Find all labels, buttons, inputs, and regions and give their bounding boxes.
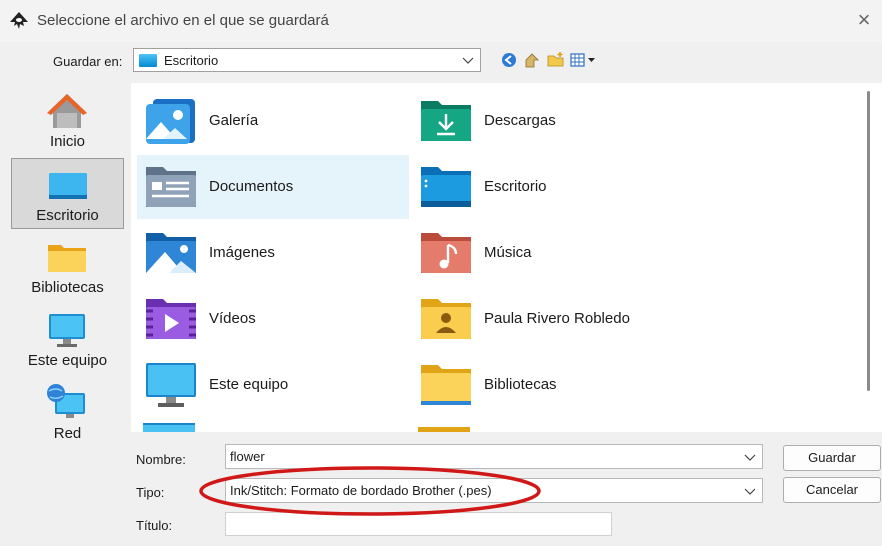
list-item[interactable]: Documentos	[137, 155, 409, 219]
file-name: Galería	[209, 112, 259, 129]
place-este-equipo[interactable]: Este equipo	[11, 304, 124, 375]
partial-folder-icon	[418, 427, 470, 432]
view-menu-icon[interactable]	[569, 50, 597, 70]
name-value: flower	[230, 449, 265, 464]
chevron-down-icon	[462, 57, 474, 64]
pictures-folder-icon	[146, 233, 196, 273]
documents-folder-icon	[146, 167, 196, 207]
title-label: Título:	[136, 518, 173, 533]
file-name: Imágenes	[209, 244, 275, 261]
file-name: Música	[484, 244, 532, 261]
place-label: Escritorio	[36, 207, 99, 224]
desktop-icon	[49, 173, 87, 199]
partial-computer-icon	[143, 423, 195, 432]
list-item[interactable]: Imágenes	[137, 221, 409, 285]
chevron-down-icon	[744, 488, 756, 495]
window-title: Seleccione el archivo en el que se guard…	[37, 12, 329, 29]
save-in-dropdown[interactable]: Escritorio	[133, 48, 481, 72]
scrollbar-thumb[interactable]	[867, 91, 870, 391]
name-label: Nombre:	[136, 452, 186, 467]
save-in-label: Guardar en:	[53, 54, 123, 69]
file-name: Paula Rivero Robledo	[484, 310, 630, 327]
list-item[interactable]: Paula Rivero Robledo	[412, 287, 684, 351]
place-inicio[interactable]: Inicio	[11, 85, 124, 156]
list-item[interactable]: Descargas	[412, 89, 684, 153]
user-folder-icon	[421, 299, 471, 339]
back-icon[interactable]	[499, 50, 519, 70]
file-name: Documentos	[209, 178, 294, 195]
file-name: Bibliotecas	[484, 376, 557, 393]
list-item[interactable]: Este equipo	[137, 353, 409, 417]
place-label: Este equipo	[27, 352, 108, 369]
home-icon	[47, 94, 87, 128]
save-button[interactable]: Guardar	[783, 445, 881, 471]
music-folder-icon	[421, 233, 471, 273]
annotation-ellipse	[199, 466, 541, 516]
vertical-scrollbar[interactable]	[863, 83, 882, 432]
list-item[interactable]: Galería	[137, 89, 409, 153]
places-sidebar: Inicio Escritorio Bibliotecas Este equip…	[9, 83, 126, 532]
new-folder-icon[interactable]	[546, 50, 566, 70]
gallery-icon	[146, 99, 195, 144]
place-label: Red	[53, 425, 82, 442]
inkscape-logo-icon	[10, 12, 28, 29]
chevron-down-icon[interactable]	[744, 451, 756, 463]
libraries-folder-icon	[48, 245, 86, 272]
cancel-button[interactable]: Cancelar	[783, 477, 881, 503]
list-item[interactable]: Música	[412, 221, 684, 285]
close-icon[interactable]: ×	[852, 8, 876, 32]
type-label: Tipo:	[136, 485, 165, 500]
list-item[interactable]: Vídeos	[137, 287, 409, 351]
file-list[interactable]: Galería Descargas Documentos Escritorio	[131, 83, 863, 432]
place-bibliotecas[interactable]: Bibliotecas	[11, 231, 124, 302]
place-escritorio[interactable]: Escritorio	[11, 158, 124, 229]
libraries-folder-icon	[421, 365, 471, 405]
file-name: Descargas	[484, 112, 556, 129]
videos-folder-icon	[146, 299, 196, 339]
list-item[interactable]: Escritorio	[412, 155, 684, 219]
place-red[interactable]: Red	[11, 377, 124, 448]
title-bar: Seleccione el archivo en el que se guard…	[0, 0, 882, 42]
computer-icon	[49, 314, 85, 347]
list-item[interactable]: Bibliotecas	[412, 353, 684, 417]
desktop-folder-icon	[421, 167, 471, 207]
desktop-folder-icon	[139, 54, 157, 67]
file-name: Vídeos	[209, 310, 256, 327]
file-name: Escritorio	[484, 178, 547, 195]
computer-icon	[146, 363, 196, 407]
up-folder-icon[interactable]	[522, 50, 542, 70]
place-label: Inicio	[49, 133, 86, 150]
file-name: Este equipo	[209, 376, 289, 393]
place-label: Bibliotecas	[31, 279, 104, 296]
save-in-value: Escritorio	[164, 53, 219, 68]
network-icon	[47, 384, 85, 418]
downloads-folder-icon	[421, 101, 471, 141]
